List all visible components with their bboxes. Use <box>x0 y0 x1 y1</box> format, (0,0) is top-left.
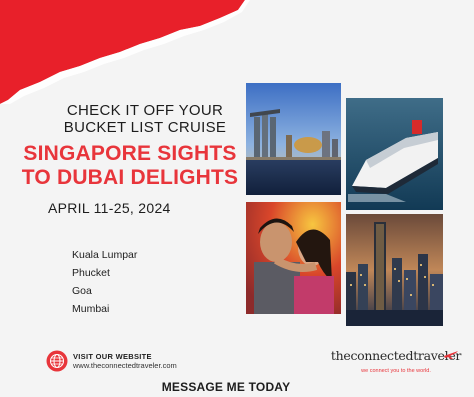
port-item: Mumbai <box>72 303 110 315</box>
cruise-title-line-2: TO DUBAI DELIGHTS <box>21 166 239 189</box>
cruise-dates: APRIL 11-25, 2024 <box>48 200 171 216</box>
port-item: Kuala Lumpar <box>72 249 138 261</box>
port-item: Phucket <box>72 267 110 279</box>
red-torn-corner <box>0 0 250 104</box>
headline-line-2: BUCKET LIST CRUISE <box>63 119 227 136</box>
ports-list: Kuala Lumpar Phucket Goa Mumbai <box>72 246 137 318</box>
cruise-flyer: CHECK IT OFF YOUR BUCKET LIST CRUISE SIN… <box>0 0 474 397</box>
website-text: VISIT OUR WEBSITE www.theconnectedtravel… <box>73 352 177 370</box>
cruise-title: SINGAPORE SIGHTS TO DUBAI DELIGHTS <box>14 142 246 190</box>
couple-photo <box>246 202 341 314</box>
singapore-skyline-photo <box>246 83 341 195</box>
website-url[interactable]: www.theconnectedtraveler.com <box>73 361 177 370</box>
globe-icon <box>46 350 68 372</box>
cruise-ship-photo <box>346 98 443 210</box>
dubai-skyline-photo <box>346 214 443 326</box>
website-block[interactable]: VISIT OUR WEBSITE www.theconnectedtravel… <box>46 350 177 372</box>
port-item: Goa <box>72 285 92 297</box>
message-cta: MESSAGE ME TODAY <box>161 380 291 394</box>
website-label: VISIT OUR WEBSITE <box>73 352 152 361</box>
airplane-icon <box>444 351 458 359</box>
headline: CHECK IT OFF YOUR BUCKET LIST CRUISE <box>50 102 240 136</box>
headline-line-1: CHECK IT OFF YOUR <box>66 102 224 119</box>
brand-tagline: we connect you to the world. <box>361 368 431 374</box>
cruise-title-line-1: SINGAPORE SIGHTS <box>23 142 237 165</box>
